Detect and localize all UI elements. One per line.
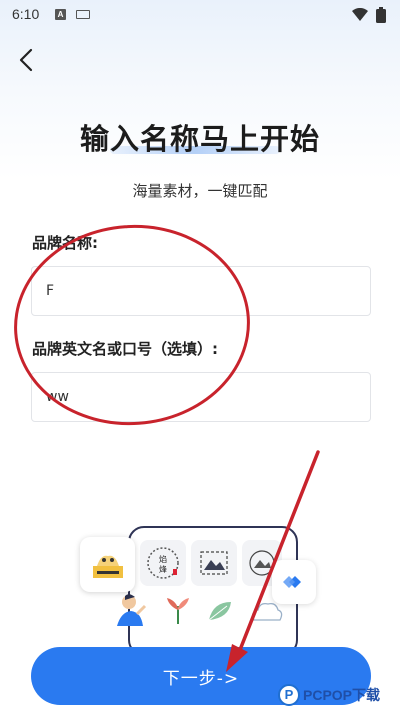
page-title: 输入名称马上开始 xyxy=(79,122,320,156)
chevron-left-icon xyxy=(19,48,33,72)
landscape-icon xyxy=(200,551,228,575)
wifi-icon xyxy=(352,8,368,21)
diamond-logo-icon xyxy=(283,576,301,588)
seal-text-bottom: 烽 xyxy=(159,564,167,574)
person-icon xyxy=(117,594,147,626)
shop-sign-icon xyxy=(92,555,123,578)
status-time: 6:10 xyxy=(12,6,40,22)
brand-name-label: 品牌名称: xyxy=(32,234,98,252)
brand-en-input[interactable] xyxy=(31,372,371,422)
watermark-text: PCPOP下载 xyxy=(303,687,381,703)
a-letter-icon: A xyxy=(55,9,66,20)
float-badge xyxy=(272,560,316,604)
seal-text-top: 焰 xyxy=(159,554,167,564)
brand-name-input[interactable] xyxy=(31,266,371,316)
watermark-logo-icon: P xyxy=(278,684,300,706)
leaf-icon xyxy=(208,602,231,621)
tile-leaf xyxy=(200,596,240,624)
tile-person xyxy=(108,592,154,626)
seal-icon: 焰 烽 xyxy=(147,547,179,579)
tile-landscape xyxy=(191,540,237,586)
status-right-icons xyxy=(352,7,386,23)
watermark: P PCPOP下载 xyxy=(278,684,380,706)
tile-plant xyxy=(158,594,198,624)
tile-shop-sign xyxy=(80,537,135,592)
keyboard-icon xyxy=(76,10,90,19)
status-bar: 6:10 A xyxy=(0,0,400,30)
page-subtitle: 海量素材，一键匹配 xyxy=(132,182,268,200)
plant-icon xyxy=(167,598,189,624)
back-button[interactable] xyxy=(12,44,40,76)
tile-seal: 焰 烽 xyxy=(140,540,186,586)
battery-icon xyxy=(376,7,386,23)
brand-en-label: 品牌英文名或口号（选填）: xyxy=(32,340,218,358)
